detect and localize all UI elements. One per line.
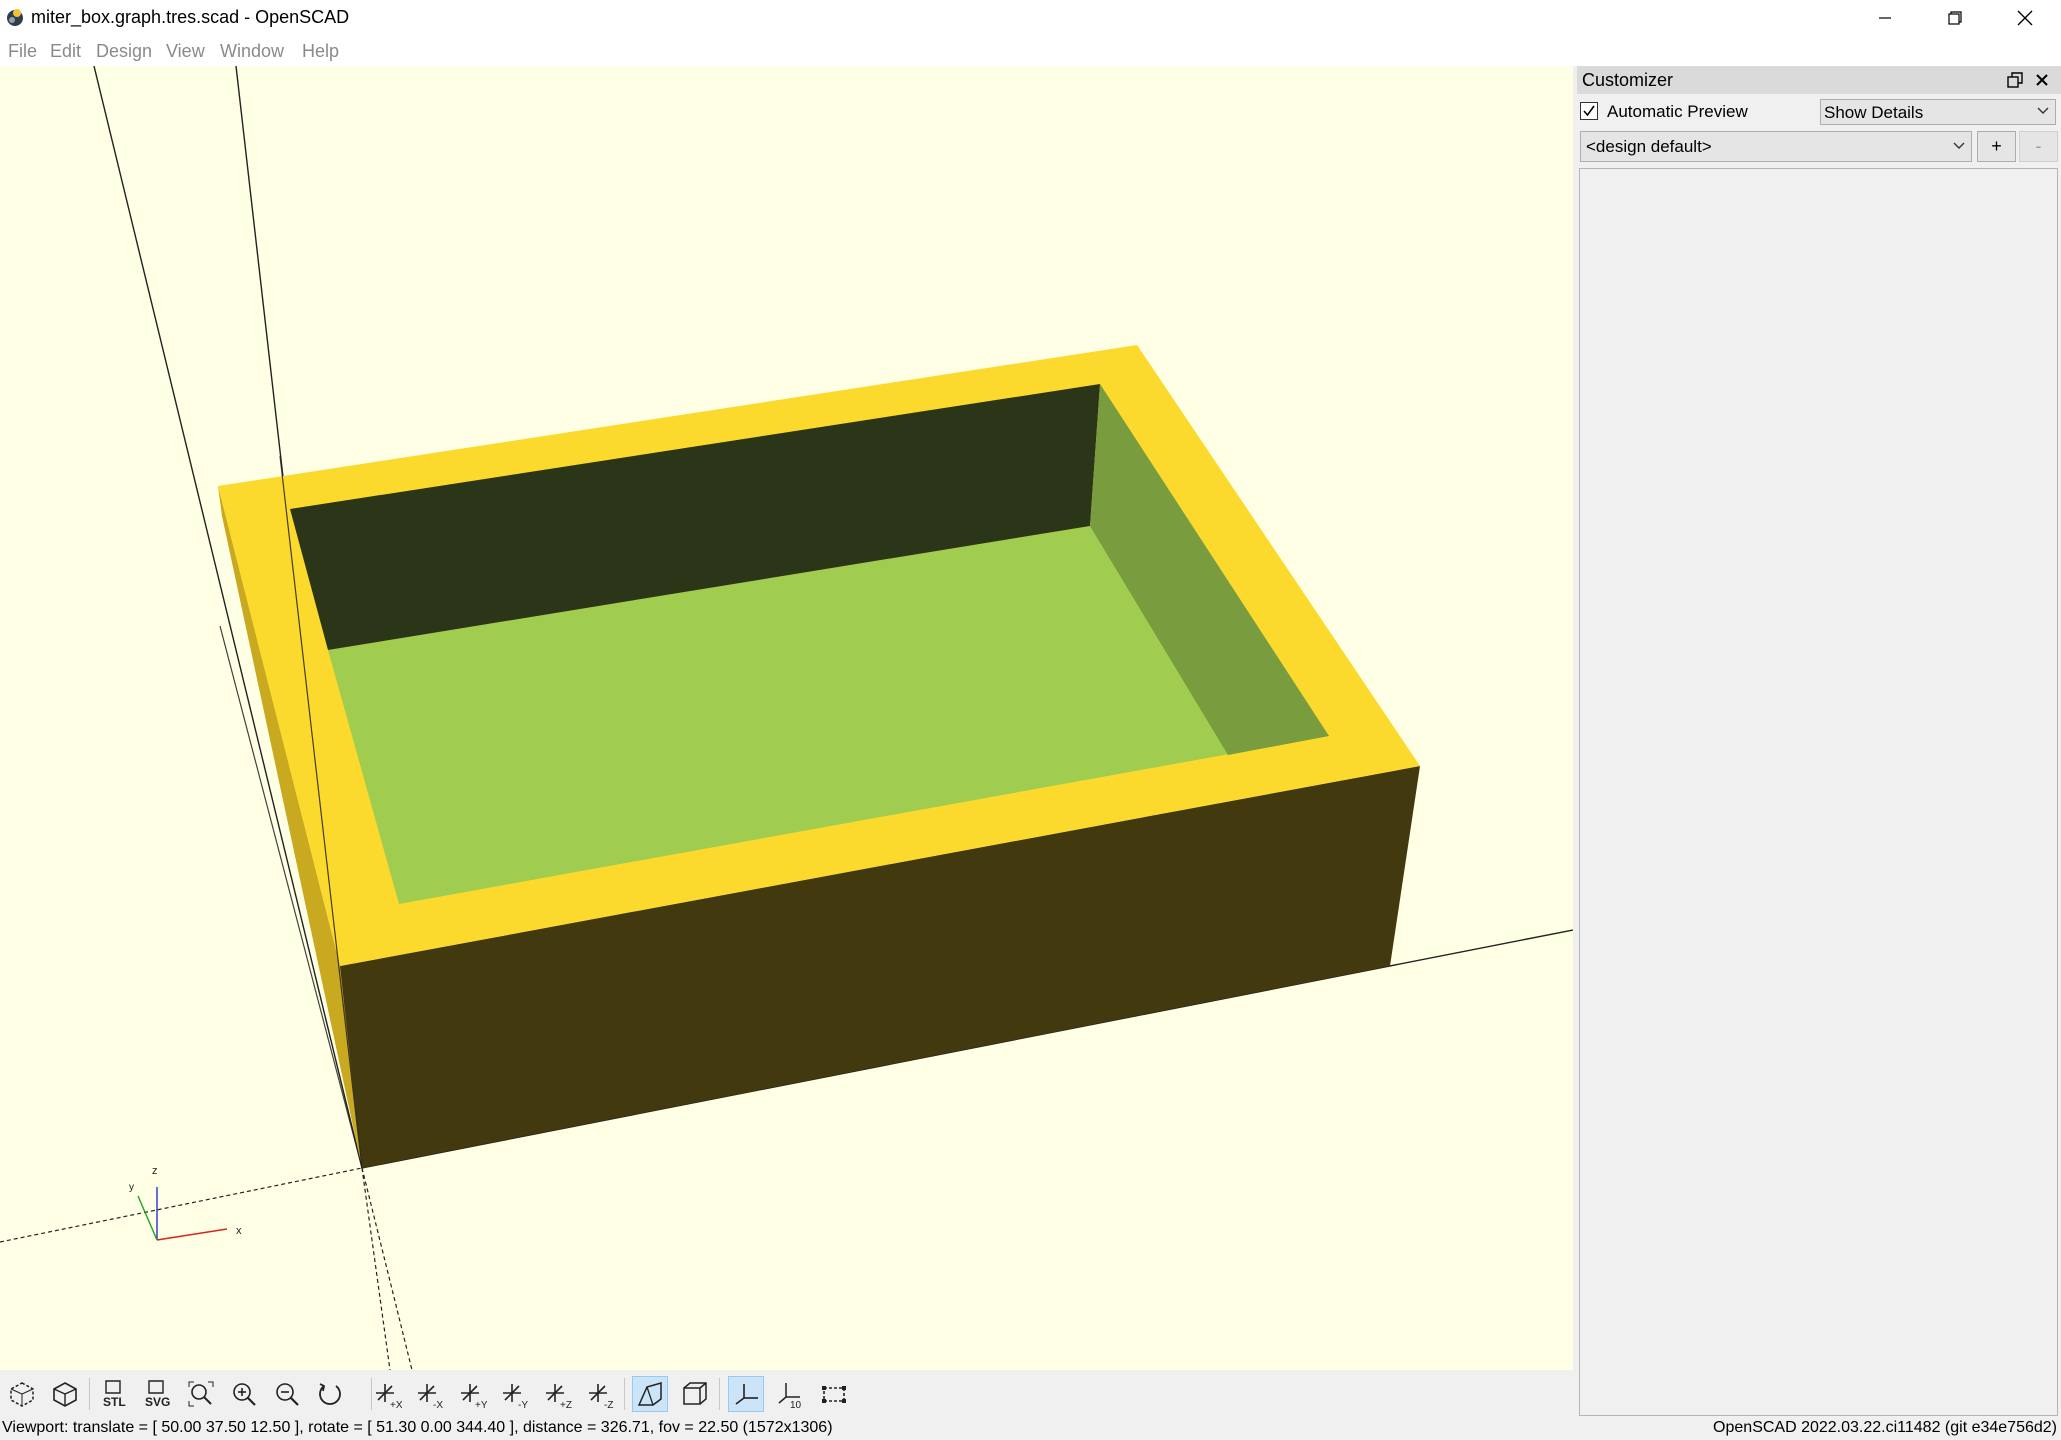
preview-button[interactable] xyxy=(4,1376,40,1412)
status-bar: Viewport: translate = [ 50.00 37.50 12.5… xyxy=(0,1418,2061,1440)
perspective-icon xyxy=(637,1382,662,1406)
show-scale-markers-button[interactable]: 10 xyxy=(773,1376,809,1412)
zoom-out-button[interactable] xyxy=(269,1376,305,1412)
minimize-icon xyxy=(1879,17,1891,19)
view-back-icon: +Y xyxy=(461,1384,487,1409)
view-bottom-button[interactable]: -Z xyxy=(582,1376,618,1412)
show-axes-button[interactable] xyxy=(728,1376,764,1412)
view-left-button[interactable]: -X xyxy=(411,1376,447,1412)
chevron-down-icon xyxy=(2037,107,2049,114)
axis-indicator: x z y xyxy=(129,1165,242,1241)
svg-text:10: 10 xyxy=(790,1400,802,1409)
close-icon xyxy=(2017,10,2033,26)
view-toolbar: STL SVG +X -X +Y -Y +Z -Z 10 xyxy=(0,1370,1573,1418)
float-panel-icon[interactable] xyxy=(2007,72,2023,88)
view-top-icon: +Z xyxy=(546,1384,572,1409)
toolbar-separator xyxy=(719,1378,720,1410)
svg-text:STL: STL xyxy=(103,1395,126,1409)
preview-icon xyxy=(10,1382,34,1407)
menu-window[interactable]: Window xyxy=(220,41,284,62)
axis-indicator-z-label: z xyxy=(152,1165,158,1177)
view-all-button[interactable] xyxy=(183,1376,219,1412)
preset-dropdown-value: <design default> xyxy=(1586,137,1712,156)
zoom-in-icon xyxy=(233,1383,256,1406)
perspective-button[interactable] xyxy=(632,1376,668,1412)
menu-edit[interactable]: Edit xyxy=(50,41,81,62)
render-icon xyxy=(53,1382,77,1407)
automatic-preview-checkbox[interactable] xyxy=(1580,102,1598,120)
show-axes-icon xyxy=(735,1384,758,1405)
svg-text:+X: +X xyxy=(390,1400,402,1409)
restore-button[interactable] xyxy=(1920,0,1990,36)
preset-dropdown[interactable]: <design default> xyxy=(1580,131,1972,162)
svg-text:SVG: SVG xyxy=(145,1395,170,1409)
zoom-in-button[interactable] xyxy=(226,1376,262,1412)
view-front-button[interactable]: -Y xyxy=(496,1376,532,1412)
show-edges-button[interactable] xyxy=(816,1376,852,1412)
window-title: miter_box.graph.tres.scad - OpenSCAD xyxy=(31,7,350,27)
view-front-icon: -Y xyxy=(503,1384,528,1409)
axis-indicator-y-label: y xyxy=(129,1182,134,1193)
show-edges-icon xyxy=(822,1386,846,1403)
export-stl-icon: STL xyxy=(103,1380,126,1409)
view-right-icon: +X xyxy=(376,1384,402,1409)
export-stl-button[interactable]: STL xyxy=(97,1376,133,1412)
axis-indicator-x-label: x xyxy=(236,1225,242,1237)
axis-line-x-negative xyxy=(0,1167,363,1243)
view-bottom-icon: -Z xyxy=(589,1384,613,1409)
menu-file[interactable]: File xyxy=(8,41,37,62)
export-svg-button[interactable]: SVG xyxy=(140,1376,176,1412)
version-status: OpenSCAD 2022.03.22.ci11482 (git e34e756… xyxy=(1713,1419,2057,1436)
chevron-down-icon xyxy=(1953,142,1965,149)
close-button[interactable] xyxy=(1990,0,2060,36)
svg-text:-Z: -Z xyxy=(604,1400,613,1409)
title-bar: miter_box.graph.tres.scad - OpenSCAD xyxy=(0,0,2061,36)
viewport-status: Viewport: translate = [ 50.00 37.50 12.5… xyxy=(2,1419,833,1436)
close-panel-icon[interactable] xyxy=(2033,71,2051,89)
svg-text:+Y: +Y xyxy=(475,1400,487,1409)
customizer-panel: Customizer Automatic Preview Show Detail… xyxy=(1577,66,2061,1418)
openscad-icon xyxy=(7,9,23,26)
render-button[interactable] xyxy=(47,1376,83,1412)
export-svg-icon: SVG xyxy=(145,1380,170,1409)
add-preset-button[interactable]: + xyxy=(1977,131,2016,162)
view-left-icon: -X xyxy=(418,1384,443,1409)
view-all-icon xyxy=(188,1381,214,1407)
minimize-button[interactable] xyxy=(1850,0,1920,36)
menu-design[interactable]: Design xyxy=(96,41,152,62)
view-back-button[interactable]: +Y xyxy=(454,1376,490,1412)
svg-text:-X: -X xyxy=(433,1400,443,1409)
customizer-title: Customizer xyxy=(1582,70,1674,90)
menu-bar: File Edit Design View Window Help xyxy=(0,36,2061,66)
automatic-preview-label: Automatic Preview xyxy=(1607,102,1748,121)
details-dropdown[interactable]: Show Details xyxy=(1820,99,2056,125)
3d-viewport[interactable]: x z y xyxy=(0,66,1573,1370)
checkmark-icon xyxy=(1583,105,1595,117)
show-scale-markers-icon: 10 xyxy=(778,1383,802,1409)
zoom-out-icon xyxy=(276,1383,299,1406)
reset-view-button[interactable] xyxy=(312,1376,348,1412)
view-top-button[interactable]: +Z xyxy=(539,1376,575,1412)
svg-text:-Y: -Y xyxy=(518,1400,528,1409)
menu-view[interactable]: View xyxy=(166,41,205,62)
reset-view-icon xyxy=(319,1383,341,1405)
parameters-area[interactable] xyxy=(1579,168,2058,1416)
maximize-icon xyxy=(1948,11,1962,25)
details-dropdown-value: Show Details xyxy=(1824,103,1924,122)
svg-text:+Z: +Z xyxy=(560,1400,572,1409)
axis-line-z-negative xyxy=(361,1167,413,1370)
orthogonal-button[interactable] xyxy=(677,1376,713,1412)
3d-scene[interactable]: x z y xyxy=(0,66,1573,1370)
remove-preset-button[interactable]: - xyxy=(2019,131,2058,162)
axis-line-y-negative xyxy=(361,1167,391,1370)
view-right-button[interactable]: +X xyxy=(369,1376,405,1412)
orthogonal-icon xyxy=(683,1382,707,1405)
customizer-header: Customizer xyxy=(1577,66,2061,94)
toolbar-separator xyxy=(89,1378,90,1410)
menu-help[interactable]: Help xyxy=(302,41,339,62)
toolbar-separator xyxy=(624,1378,625,1410)
